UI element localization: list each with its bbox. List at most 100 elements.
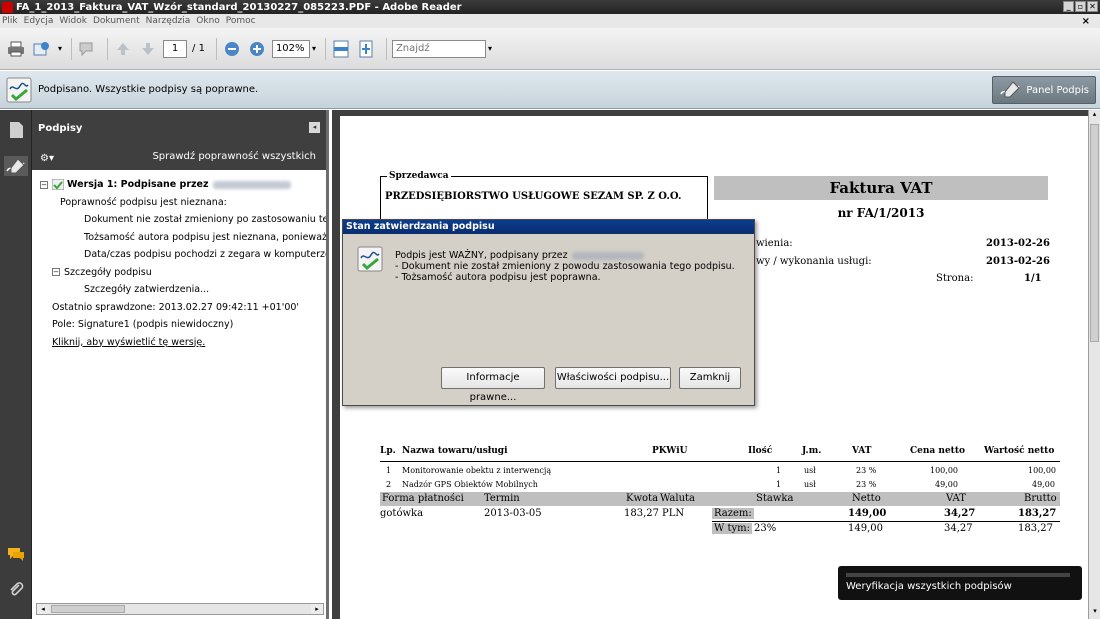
signature-tree: − Wersja 1: Podpisane przez Poprawność po… <box>32 170 326 595</box>
col-unit: J.m. <box>802 446 822 456</box>
print-icon[interactable] <box>6 39 26 59</box>
next-page-icon[interactable] <box>138 39 158 59</box>
zoom-input[interactable] <box>271 39 310 58</box>
pages-icon[interactable] <box>6 120 26 140</box>
toolbar-separator <box>215 37 217 60</box>
page-number-input[interactable] <box>163 39 188 58</box>
dialog-line-3: - Tożsamość autora podpisu jest poprawna… <box>395 272 601 283</box>
signature-ok-icon <box>51 178 65 191</box>
toolbar-separator <box>71 37 73 60</box>
comment-icon[interactable] <box>77 39 97 59</box>
toolbar-separator <box>107 37 109 60</box>
menu-edycja[interactable]: Edycja <box>24 16 54 26</box>
search-input[interactable] <box>391 39 486 58</box>
tree-item-doc-not-changed[interactable]: Dokument nie został zmieniony po zastoso… <box>40 211 326 229</box>
tree-item-details[interactable]: − Szczegóły podpisu <box>40 264 326 282</box>
col-vat: VAT <box>852 446 872 456</box>
seller-name: PRZEDSIĘBIORSTWO USŁUGOWE SEZAM SP. Z O.… <box>385 191 682 202</box>
dialog-line-2: - Dokument nie został zmieniony z powodu… <box>395 261 735 272</box>
tree-item-validity[interactable]: Poprawność podpisu jest nieznana: <box>40 194 326 212</box>
zoom-in-icon[interactable] <box>247 39 267 59</box>
close-document-icon[interactable]: × <box>1082 16 1090 27</box>
signature-message-bar: Podpisano. Wszystkie podpisy są poprawne… <box>0 71 1100 109</box>
previous-page-icon[interactable] <box>113 39 133 59</box>
tree-item-version-1[interactable]: − Wersja 1: Podpisane przez <box>40 176 326 194</box>
verify-all-button[interactable]: Sprawdź poprawność wszystkich <box>152 151 316 162</box>
payment-header-bar: Forma płatności Termin Kwota Waluta Staw… <box>380 492 1060 506</box>
payment-col-vat: VAT <box>946 493 966 504</box>
share-icon[interactable] <box>31 39 51 59</box>
verification-progress-bar <box>846 573 1070 577</box>
signature-validation-dialog: Stan zatwierdzania podpisu Podpis jest W… <box>342 219 755 406</box>
total-label: Razem: <box>712 508 754 519</box>
signature-properties-button[interactable]: Właściwości podpisu... <box>555 367 671 389</box>
invoice-title: Faktura VAT <box>714 176 1048 200</box>
zoom-dropdown-icon[interactable]: ▾ <box>312 44 316 53</box>
dialog-line-1: Podpis jest WAŻNY, podpisany przez <box>395 250 568 261</box>
close-button[interactable]: ✕ <box>1087 1 1098 12</box>
dialog-message: Podpis jest WAŻNY, podpisany przez - Dok… <box>395 250 735 283</box>
attachment-icon[interactable] <box>6 580 26 600</box>
minimize-button[interactable]: _ <box>1063 1 1074 12</box>
menu-okno[interactable]: Okno <box>196 16 220 26</box>
maximize-button[interactable]: ▫ <box>1075 1 1086 12</box>
tree-item-validation-details[interactable]: Szczegóły zatwierdzenia... <box>40 281 326 299</box>
menu-plik[interactable]: Plik <box>2 16 18 26</box>
total-vat: 34,27 <box>944 508 976 519</box>
zoom-out-icon[interactable] <box>222 39 242 59</box>
menu-widok[interactable]: Widok <box>59 16 87 26</box>
incl-label: W tym: <box>712 523 752 534</box>
fit-page-icon[interactable] <box>356 39 376 59</box>
panel-horizontal-scrollbar[interactable]: ◂ ▸ <box>36 603 324 615</box>
vat-breakdown-row: W tym: 23% 149,00 34,27 183,27 <box>712 523 1053 534</box>
signature-panel-label: Panel Podpis <box>1026 84 1089 96</box>
tree-item-field[interactable]: Pole: Signature1 (podpis niewidoczny) <box>40 316 326 334</box>
comments-icon[interactable] <box>6 544 26 564</box>
chevron-down-icon[interactable]: ▾ <box>58 44 62 53</box>
total-net: 149,00 <box>848 508 887 519</box>
redacted-signer-name <box>571 251 644 260</box>
signature-panel-button[interactable]: Panel Podpis <box>992 76 1096 104</box>
collapse-panel-icon[interactable]: ◂ <box>309 122 320 133</box>
close-dialog-button[interactable]: Zamknij <box>679 367 741 389</box>
menu-pomoc[interactable]: Pomoc <box>226 16 256 26</box>
menu-narzedzia[interactable]: Narzędzia <box>146 16 191 26</box>
col-value: Wartość netto <box>984 446 1055 456</box>
seller-box: Sprzedawca PRZEDSIĘBIORSTWO USŁUGOWE SEZ… <box>380 171 708 220</box>
fit-width-icon[interactable] <box>331 39 351 59</box>
payment-col-gross: Brutto <box>1024 493 1057 504</box>
tree-item-last-checked[interactable]: Ostatnio sprawdzone: 2013.02.27 09:42:11… <box>40 299 326 317</box>
search-dropdown-icon[interactable]: ▾ <box>488 44 492 53</box>
signature-valid-icon <box>357 246 383 272</box>
scroll-down-icon[interactable]: ▾ <box>1089 607 1100 619</box>
scroll-right-icon[interactable]: ▸ <box>311 604 323 614</box>
scroll-up-icon[interactable]: ▴ <box>1089 110 1100 122</box>
redacted-signer-name <box>212 180 291 189</box>
details-label: Szczegóły podpisu <box>64 266 152 278</box>
scroll-left-icon[interactable]: ◂ <box>37 604 49 614</box>
options-gear-icon[interactable]: ⚙▾ <box>40 153 54 164</box>
tree-toggle-icon[interactable]: − <box>40 180 48 189</box>
toolbar-separator <box>324 37 326 60</box>
tree-item-identity-unknown[interactable]: Tożsamość autora podpisu jest nieznana, … <box>40 229 326 247</box>
tree-toggle-icon[interactable]: − <box>52 268 60 276</box>
signatures-panel-header: Podpisy ◂ <box>32 110 326 146</box>
scrollbar-thumb[interactable] <box>1090 124 1099 342</box>
tree-item-time-from-clock[interactable]: Data/czas podpisu pochodzi z zegara w ko… <box>40 246 326 264</box>
payment-col-form: Forma płatności <box>382 493 464 504</box>
col-price: Cena netto <box>910 446 965 456</box>
menu-dokument[interactable]: Dokument <box>93 16 140 26</box>
view-version-link[interactable]: Kliknij, aby wyświetlić tę wersję. <box>40 334 326 352</box>
payment-col-amount: Kwota <box>626 493 659 504</box>
scrollbar-thumb[interactable] <box>51 605 125 613</box>
issue-date-label: wienia: <box>756 238 793 249</box>
version-label: Wersja 1: Podpisane przez <box>67 179 209 190</box>
document-vertical-scrollbar[interactable]: ▴ ▾ <box>1088 110 1100 619</box>
signatures-panel: Podpisy ◂ ⚙▾ Sprawdź poprawność wszystki… <box>32 110 329 619</box>
total-gross: 183,27 <box>1018 508 1057 519</box>
toolbar-separator <box>385 37 387 60</box>
legal-info-button[interactable]: Informacje prawne... <box>441 367 545 403</box>
table-divider <box>380 461 1060 462</box>
payment-col-currency: Waluta <box>660 493 695 504</box>
signatures-icon[interactable] <box>4 156 28 176</box>
